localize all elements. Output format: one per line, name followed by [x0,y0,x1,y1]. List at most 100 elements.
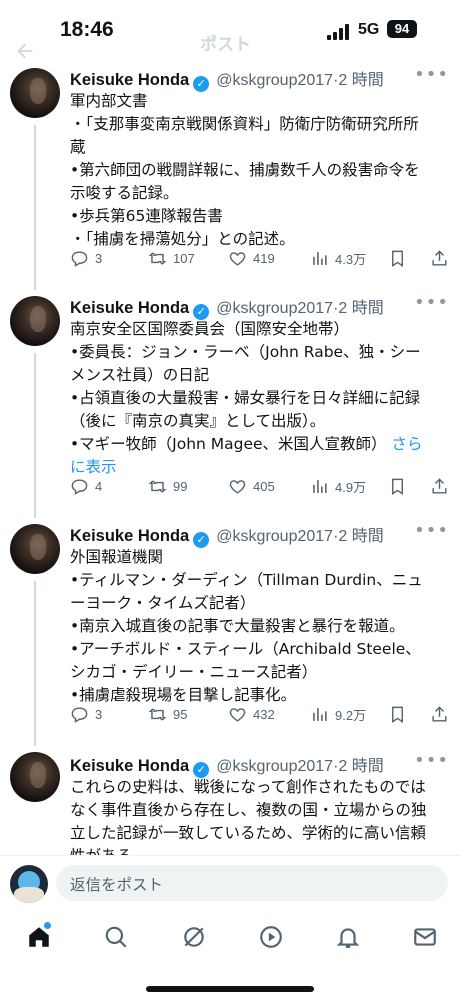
avatar[interactable] [10,296,60,346]
tweet-line: 蔵 [70,138,86,156]
reply-button[interactable]: 3 [70,705,102,724]
tweet-line: •第六師団の戦闘詳報に、捕虜数千人の殺害命令を [70,161,420,179]
more-options-icon[interactable]: ••• [414,292,449,313]
reply-placeholder: 返信をポスト [70,876,164,894]
tweet-header: Keisuke Honda ✓ @kskgroup2017·2 時間 [70,752,440,778]
author-name[interactable]: Keisuke Honda [70,71,189,89]
timestamp[interactable]: 2 時間 [338,758,383,775]
reply-icon [71,251,88,267]
timestamp[interactable]: 2 時間 [338,528,383,545]
tweet-header: Keisuke Honda ✓ @kskgroup2017·2 時間 [70,522,440,548]
user-avatar[interactable] [10,865,48,903]
timestamp[interactable]: 2 時間 [338,72,383,89]
author-name[interactable]: Keisuke Honda [70,757,189,775]
tweet-actions: 3 95 432 9.2万 [70,705,455,727]
tweet-line: •捕虜虐殺現場を目撃し記事化。 [70,686,297,704]
author-handle[interactable]: @kskgroup2017 [216,300,333,317]
author-handle[interactable]: @kskgroup2017 [216,528,333,545]
more-options-icon[interactable]: ••• [414,752,449,771]
tweet-header: Keisuke Honda ✓ @kskgroup2017·2 時間 [70,66,440,92]
reply-icon [71,479,88,495]
tweet-text: 南京安全区国際委員会（国際安全地帯） •委員長：ジョン・ラーベ（John Rab… [70,318,442,479]
views-button[interactable]: 4.3万 [310,249,366,268]
tweet-line: 示唆する記録。 [70,184,179,202]
retweet-count: 95 [173,707,188,722]
tweet-line: なく事件直後から存在し、複数の国・立場からの独 [70,801,427,819]
like-button[interactable]: 419 [228,249,275,268]
tweet-line: ・「支那事変南京戦関係資料」防衛庁防衛研究所所 [70,115,419,133]
reply-count: 4 [95,479,103,494]
tweet[interactable]: Keisuke Honda ✓ @kskgroup2017·2 時間 ••• これ… [0,752,461,855]
back-arrow-icon[interactable] [14,40,38,64]
thread-line [34,581,36,746]
bookmark-button[interactable] [388,477,413,496]
like-count: 432 [253,707,275,722]
retweet-button[interactable]: 95 [148,705,187,724]
reply-count: 3 [95,707,103,722]
avatar[interactable] [10,752,60,802]
tweet-line: これらの史料は、戦後になって創作されたものでは [70,778,426,796]
reply-input[interactable]: 返信をポスト [56,865,448,901]
show-more-link[interactable]: さら [392,435,423,453]
battery-icon: 94 [387,20,417,38]
share-button[interactable] [430,705,455,724]
views-icon [313,480,327,493]
avatar[interactable] [10,524,60,574]
view-count: 4.9万 [335,480,367,495]
retweet-icon [148,252,167,265]
more-options-icon[interactable]: ••• [414,520,449,541]
bookmark-button[interactable] [388,705,413,724]
tweet-actions: 4 99 405 4.9万 [70,477,455,499]
notification-dot [44,922,51,929]
like-button[interactable]: 432 [228,705,275,724]
author-handle[interactable]: @kskgroup2017 [216,72,333,89]
mail-icon[interactable] [412,924,438,950]
like-count: 419 [253,251,275,266]
share-button[interactable] [430,477,455,496]
author-name[interactable]: Keisuke Honda [70,299,189,317]
share-icon [432,706,447,722]
status-time: 18:46 [60,18,114,41]
tweet-actions: 3 107 419 4.3万 [70,249,455,271]
author-handle[interactable]: @kskgroup2017 [216,758,333,775]
views-button[interactable]: 9.2万 [310,705,366,724]
tweet-line: •委員長：ジョン・ラーベ（John Rabe、独・シー [70,343,421,361]
bookmark-icon [392,706,403,723]
avatar[interactable] [10,68,60,118]
bell-icon[interactable] [335,924,361,950]
author-name[interactable]: Keisuke Honda [70,527,189,545]
tweet-line: メンス社員）の日記 [70,366,210,384]
reply-count: 3 [95,251,103,266]
tweet-header: Keisuke Honda ✓ @kskgroup2017·2 時間 [70,294,440,320]
timestamp[interactable]: 2 時間 [338,300,383,317]
views-icon [313,252,327,265]
tweet-line: •歩兵第65連隊報告書 [70,207,223,225]
tweet-text: 外国報道機関 •ティルマン・ダーディン（Tillman Durdin、ニュ ーヨ… [70,546,442,707]
tweet-line: ーヨーク・タイムズ記者） [70,594,256,612]
retweet-button[interactable]: 107 [148,249,195,268]
tweet-line: 性がある。 [70,845,442,855]
bookmark-button[interactable] [388,249,413,268]
share-button[interactable] [430,249,455,268]
page-title: ポスト [200,35,251,54]
tweet-line: 外国報道機関 [70,548,164,566]
bookmark-icon [392,250,403,267]
tweet-line: シカゴ・デイリー・ニュース記者） [70,663,318,681]
retweet-count: 99 [173,479,188,494]
tweet-text: これらの史料は、戦後になって創作されたものでは なく事件直後から存在し、複数の国… [70,776,442,855]
view-count: 9.2万 [335,708,367,723]
more-options-icon[interactable]: ••• [414,64,449,85]
tweet-line: 軍内部文書 [70,92,148,110]
video-icon[interactable] [258,924,284,950]
reply-button[interactable]: 4 [70,477,102,496]
reply-button[interactable]: 3 [70,249,102,268]
retweet-button[interactable]: 99 [148,477,187,496]
reply-icon [71,707,88,723]
grok-icon[interactable] [181,924,207,950]
views-button[interactable]: 4.9万 [310,477,366,496]
show-more-link[interactable]: に表示 [70,456,442,479]
like-button[interactable]: 405 [228,477,275,496]
retweet-icon [148,480,167,493]
tweet-line-text: •マギー牧師（John Magee、米国人宣教師） [70,435,387,453]
search-icon[interactable] [103,924,129,950]
